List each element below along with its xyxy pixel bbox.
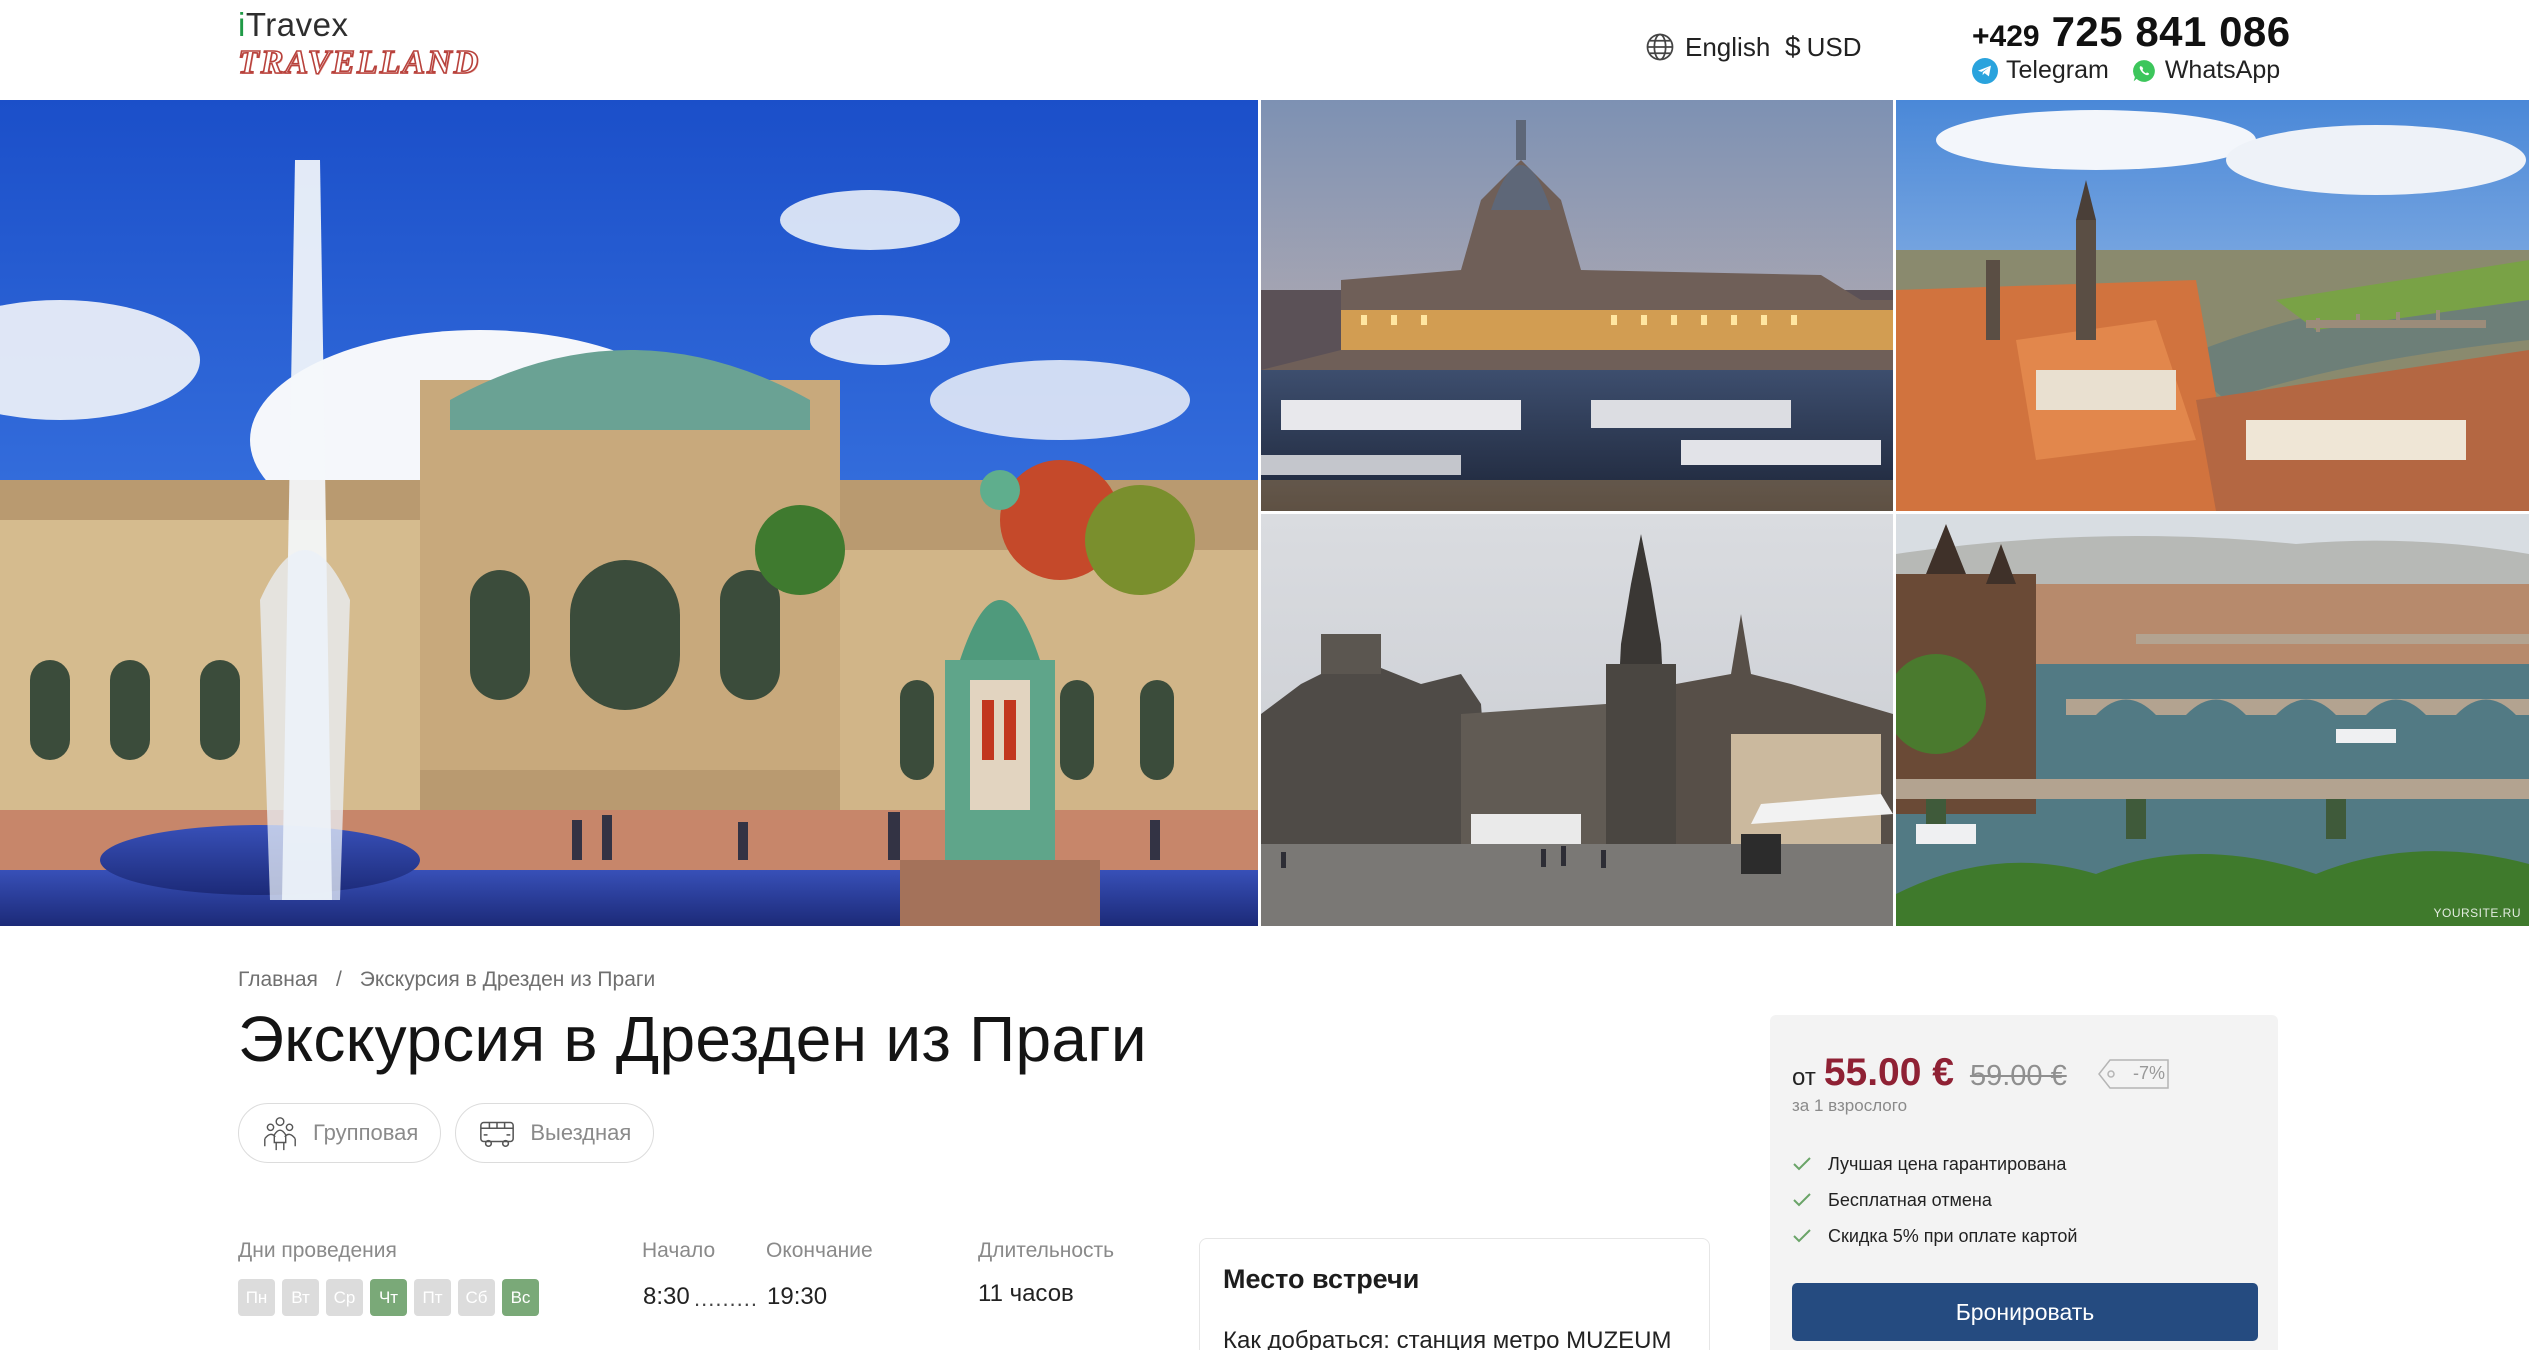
benefit-item: Лучшая цена гарантирована <box>1792 1146 2077 1182</box>
tag-group-label: Групповая <box>313 1120 419 1145</box>
logo-travelland: TRAVELLAND <box>237 43 481 82</box>
telegram-link[interactable]: Telegram <box>1972 56 2109 85</box>
language-selector[interactable]: English <box>1645 30 1770 64</box>
days-of-week: Пн Вт Ср Чт Пт Сб Вс <box>238 1279 539 1316</box>
benefit-item: Бесплатная отмена <box>1792 1182 2077 1218</box>
photo-frauenkirche-evening[interactable] <box>1261 100 1893 511</box>
tag-trip: Выездная <box>455 1103 655 1163</box>
phone-number: 725 841 086 <box>2051 8 2291 55</box>
meeting-point-title: Место встречи <box>1223 1264 1420 1294</box>
bus-icon <box>480 1121 515 1148</box>
check-icon <box>1793 1193 1811 1207</box>
photo-gallery: YOURSITE.RU <box>0 100 2529 926</box>
discount-badge: -7% <box>2098 1058 2170 1090</box>
breadcrumb-separator: / <box>335 968 342 991</box>
day-sun: Вс <box>502 1279 539 1316</box>
day-sat: Сб <box>458 1279 495 1316</box>
start-time: 8:30 <box>643 1283 690 1310</box>
globe-icon <box>1646 33 1674 61</box>
photo-prague-bridges[interactable]: YOURSITE.RU <box>1896 514 2529 926</box>
price-card: от 55.00 € 59.00 € -7% за 1 взрослого Лу… <box>1770 1015 2278 1350</box>
duration-label: Длительность <box>978 1239 1115 1262</box>
current-price: 55.00 € <box>1823 1051 1954 1094</box>
end-label: Окончание <box>766 1239 873 1262</box>
price-from-label: от <box>1792 1064 1816 1091</box>
day-thu: Чт <box>370 1279 407 1316</box>
old-price: 59.00 € <box>1969 1060 2067 1092</box>
tag-group: Групповая <box>238 1103 442 1163</box>
dresden-aerial-image <box>1896 100 2529 511</box>
book-button[interactable]: Бронировать <box>1792 1283 2258 1341</box>
meeting-point-card: Место встречи Как добраться: станция мет… <box>1199 1238 1710 1350</box>
day-tue: Вт <box>282 1279 319 1316</box>
whatsapp-label: WhatsApp <box>2164 56 2281 84</box>
breadcrumb: Главная / Экскурсия в Дрезден из Праги <box>238 968 655 992</box>
language-label: English <box>1685 31 1771 62</box>
duration-value: 11 часов <box>978 1280 1074 1307</box>
discount-value: -7% <box>2133 1063 2166 1083</box>
benefit-label: Бесплатная отмена <box>1828 1189 1992 1210</box>
tag-trip-label: Выездная <box>530 1120 632 1145</box>
days-label: Дни проведения <box>238 1239 397 1262</box>
photo-watermark: YOURSITE.RU <box>2433 906 2521 920</box>
whatsapp-icon <box>2132 59 2155 82</box>
phone-link[interactable]: +429 725 841 086 <box>1972 8 2291 56</box>
check-icon <box>1793 1229 1811 1243</box>
currency-label: USD <box>1806 31 1862 62</box>
end-time: 19:30 <box>767 1283 828 1310</box>
logo-itravex: iTravex <box>238 6 349 43</box>
day-wed: Ср <box>326 1279 363 1316</box>
start-label: Начало <box>642 1239 716 1262</box>
tour-tags: Групповая Выездная <box>238 1103 655 1163</box>
site-logo[interactable]: iTravex TRAVELLAND <box>237 6 508 86</box>
day-mon: Пн <box>238 1279 275 1316</box>
benefit-item: Скидка 5% при оплате картой <box>1792 1218 2077 1254</box>
page-title: Экскурсия в Дрезден из Праги <box>238 1003 1147 1075</box>
benefit-label: Скидка 5% при оплате картой <box>1828 1225 2078 1246</box>
time-dots: ......... <box>694 1286 759 1311</box>
group-icon <box>264 1117 296 1151</box>
dresden-cathedral-image <box>1261 514 1893 926</box>
breadcrumb-home-link[interactable]: Главная <box>238 968 318 992</box>
benefits-list: Лучшая цена гарантирована Бесплатная отм… <box>1792 1146 2077 1254</box>
dollar-icon: $ <box>1785 31 1801 62</box>
day-fri: Пт <box>414 1279 451 1316</box>
photo-zwinger-palace[interactable] <box>0 100 1258 926</box>
whatsapp-link[interactable]: WhatsApp <box>2131 56 2280 85</box>
price-row: от 55.00 € 59.00 € <box>1792 1051 2067 1095</box>
photo-dresden-aerial[interactable] <box>1896 100 2529 511</box>
prague-bridges-image <box>1896 514 2529 926</box>
zwinger-palace-image <box>0 100 1258 926</box>
price-per-person: за 1 взрослого <box>1792 1096 1908 1115</box>
messenger-links: Telegram WhatsApp <box>1972 56 2302 85</box>
frauenkirche-image <box>1261 100 1893 511</box>
check-icon <box>1793 1157 1811 1171</box>
phone-code: +429 <box>1972 20 2040 53</box>
photo-dresden-cathedral[interactable] <box>1261 514 1893 926</box>
site-header: iTravex TRAVELLAND English $ USD +429 72… <box>0 0 2529 100</box>
meeting-point-text: Как добраться: станция метро MUZEUM <box>1223 1327 1672 1350</box>
benefit-label: Лучшая цена гарантирована <box>1828 1153 2067 1174</box>
breadcrumb-current: Экскурсия в Дрезден из Праги <box>359 968 656 991</box>
currency-selector[interactable]: $ USD <box>1785 30 1861 64</box>
telegram-icon <box>1972 57 1998 84</box>
telegram-label: Telegram <box>2006 56 2109 84</box>
